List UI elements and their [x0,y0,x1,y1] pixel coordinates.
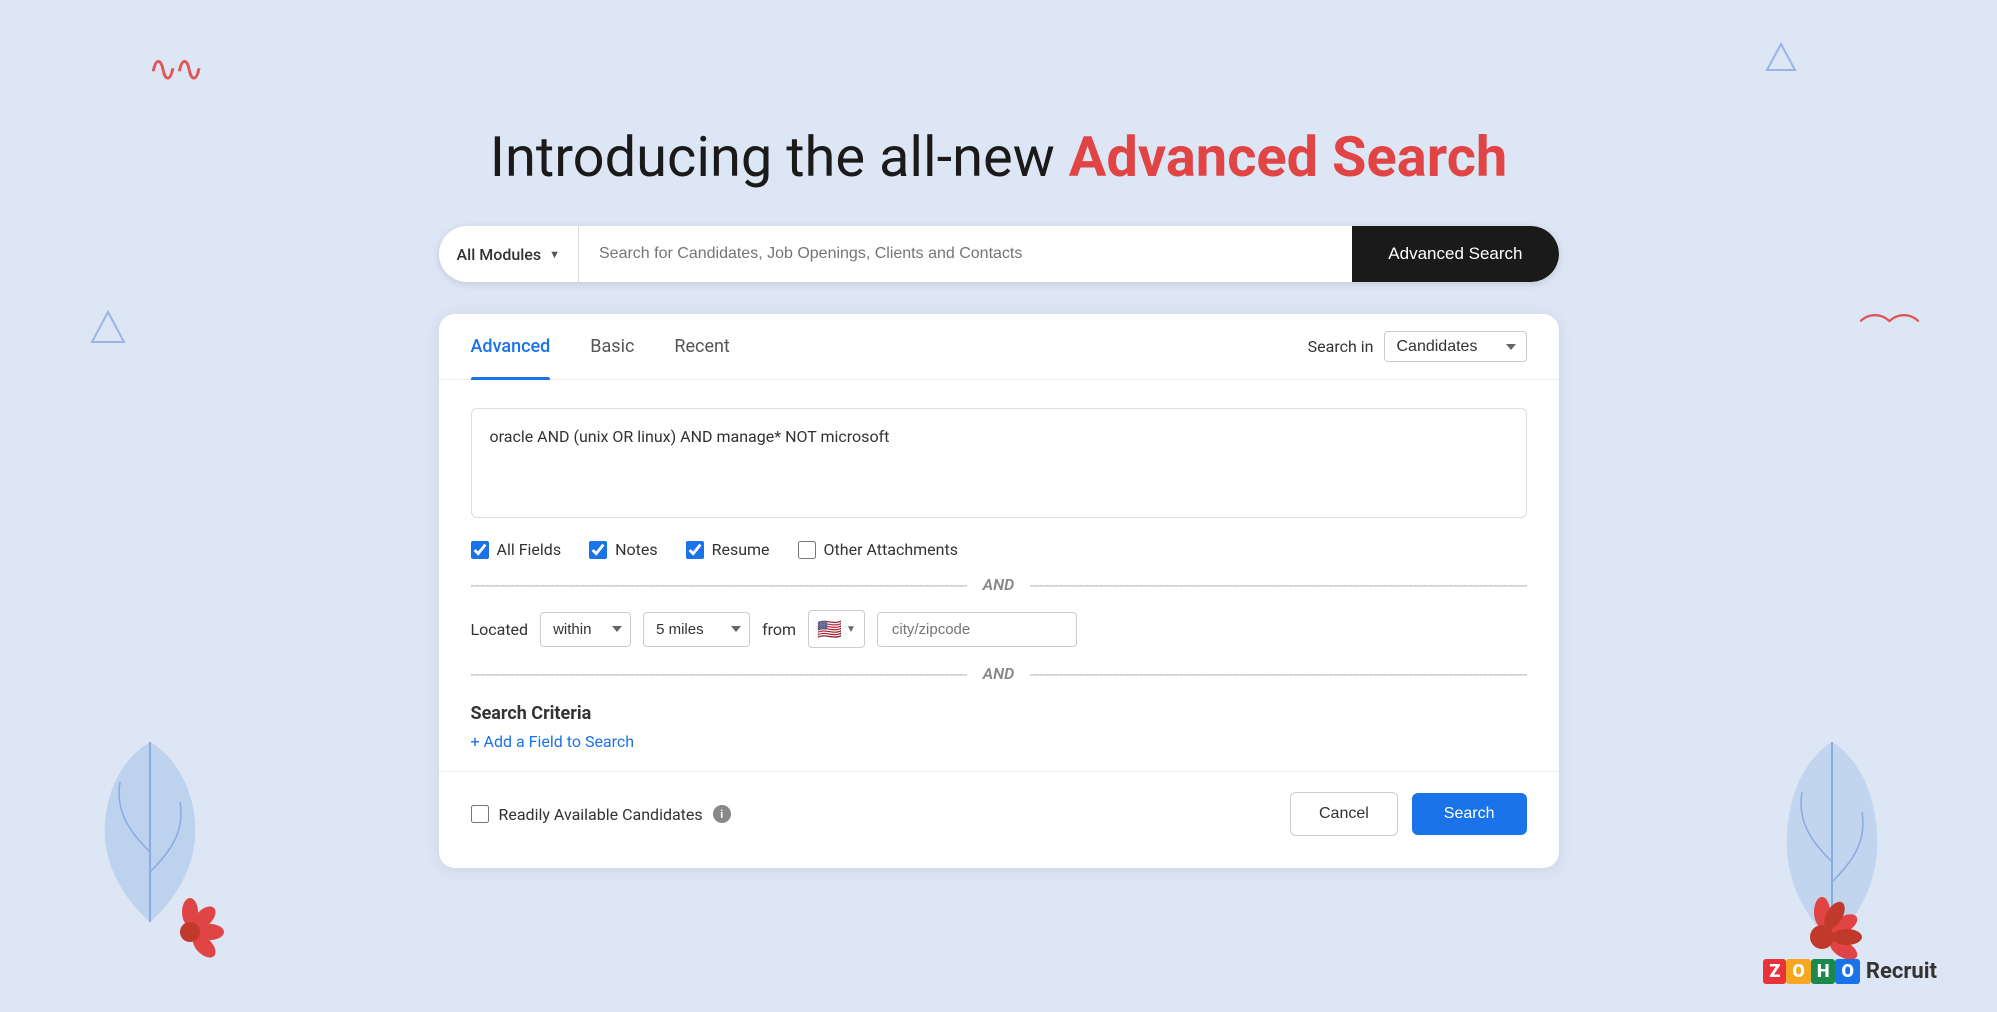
page-title: Introducing the all-new Advanced Search [490,124,1508,190]
info-icon[interactable]: i [713,805,731,823]
zoho-o1: O [1786,959,1810,984]
checkbox-notes[interactable]: Notes [589,540,658,559]
modules-label: All Modules [457,245,542,264]
zoho-o2: O [1835,959,1859,984]
flag-chevron-icon: ▼ [846,624,856,635]
add-field-link[interactable]: + Add a Field to Search [471,732,635,751]
advanced-search-button[interactable]: Advanced Search [1352,226,1558,282]
and-label-2: AND [967,664,1030,683]
query-textarea[interactable]: oracle AND (unix OR linux) AND manage* N… [471,408,1527,518]
zoho-z: Z [1763,959,1786,984]
search-in-label: Search in [1308,337,1374,356]
readily-available-checkbox[interactable]: Readily Available Candidates i [471,805,731,824]
located-label: Located [471,620,529,639]
search-input[interactable] [579,226,1352,282]
bottom-buttons: Cancel Search [1290,792,1527,836]
tab-recent[interactable]: Recent [674,314,729,379]
tab-advanced[interactable]: Advanced [471,314,551,379]
search-bar: All Modules ▼ Advanced Search [439,226,1559,282]
tabs-row: Advanced Basic Recent Search in Candidat… [439,314,1559,380]
zoho-logo: Z O H O [1763,959,1860,984]
deco-triangle-right [1765,42,1797,74]
modules-dropdown[interactable]: All Modules ▼ [439,226,580,282]
card-body: oracle AND (unix OR linux) AND manage* N… [439,380,1559,751]
distance-select[interactable]: 5 miles 10 miles 25 miles 50 miles 100 m… [643,612,750,647]
checkbox-all-fields[interactable]: All Fields [471,540,562,559]
title-highlight: Advanced Search [1069,124,1508,190]
checkbox-resume[interactable]: Resume [686,540,770,559]
main-card: Advanced Basic Recent Search in Candidat… [439,314,1559,868]
section-divider [439,771,1559,772]
search-in-select[interactable]: Candidates Job Openings Clients Contacts [1384,331,1527,362]
city-zipcode-input[interactable] [877,612,1077,647]
search-button[interactable]: Search [1412,793,1527,835]
checkboxes-row: All Fields Notes Resume Other Attachment… [471,540,1527,571]
title-prefix: Introducing the all-new [490,124,1069,190]
page-wrapper: Introducing the all-new Advanced Search … [0,84,1997,928]
and-label-1: AND [967,575,1030,594]
tab-basic[interactable]: Basic [590,314,634,379]
criteria-section: Search Criteria + Add a Field to Search [471,691,1527,751]
zoho-h: H [1811,959,1836,984]
logo-wrapper: Z O H O Recruit [1763,959,1937,984]
readily-available-label: Readily Available Candidates [499,805,703,824]
located-row: Located within outside 5 miles 10 miles … [471,610,1527,648]
search-in-row: Search in Candidates Job Openings Client… [1308,331,1527,362]
country-select[interactable]: 🇺🇸 ▼ [808,610,865,648]
within-select[interactable]: within outside [540,612,631,647]
checkbox-other-attachments[interactable]: Other Attachments [798,540,958,559]
and-divider-1: AND [471,575,1527,594]
cancel-button[interactable]: Cancel [1290,792,1398,836]
bottom-row: Readily Available Candidates i Cancel Se… [439,792,1559,836]
and-divider-2: AND [471,664,1527,683]
recruit-label: Recruit [1866,959,1937,984]
flag-icon: 🇺🇸 [817,617,842,641]
from-label: from [762,620,796,639]
modules-chevron-icon: ▼ [549,248,560,261]
criteria-title: Search Criteria [471,703,1527,724]
